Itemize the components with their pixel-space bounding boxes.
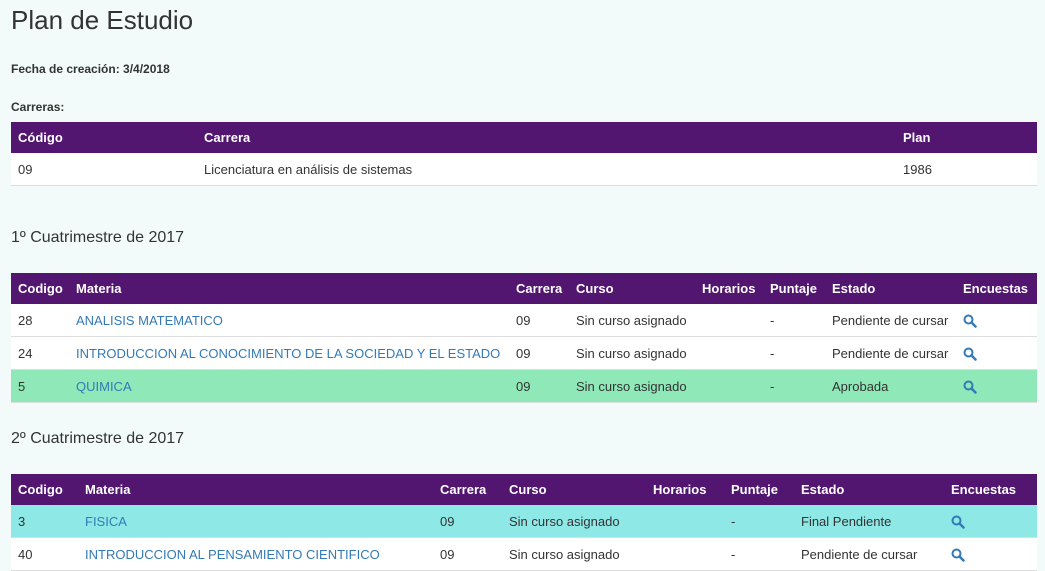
cell-encuestas — [956, 369, 1037, 403]
table-row: 5 QUIMICA 09 Sin curso asignado - Aproba… — [11, 369, 1037, 403]
cell-materia: ANALISIS MATEMATICO — [69, 304, 509, 337]
table-row: 28 ANALISIS MATEMATICO 09 Sin curso asig… — [11, 304, 1037, 337]
cell-curso: Sin curso asignado — [569, 369, 695, 403]
cell-curso: Sin curso asignado — [569, 336, 695, 370]
search-icon[interactable] — [963, 380, 977, 394]
cell-puntaje: - — [763, 336, 825, 370]
materia-link[interactable]: INTRODUCCION AL PENSAMIENTO CIENTIFICO — [85, 547, 380, 562]
table-row: 09 Licenciatura en análisis de sistemas … — [11, 153, 1037, 186]
column-header-materia: Materia — [85, 482, 131, 497]
cell-horarios — [646, 505, 724, 538]
cell-carrera: 09 — [509, 304, 569, 337]
materia-link[interactable]: FISICA — [85, 514, 127, 529]
cell-encuestas — [956, 336, 1037, 370]
materia-link[interactable]: QUIMICA — [76, 379, 132, 394]
creation-date: Fecha de creación: 3/4/2018 — [11, 62, 170, 76]
cell-codigo: 28 — [11, 304, 69, 337]
cell-carrera: 09 — [433, 537, 502, 571]
cell-encuestas — [944, 537, 1037, 571]
cell-codigo: 3 — [11, 505, 78, 538]
cell-estado: Pendiente de cursar — [794, 537, 944, 571]
cell-estado: Final Pendiente — [794, 505, 944, 538]
cell-plan: 1986 — [896, 153, 1037, 186]
column-header-encuestas: Encuestas — [963, 281, 1029, 296]
cell-carrera: Licenciatura en análisis de sistemas — [197, 153, 896, 186]
cell-codigo: 09 — [11, 153, 197, 186]
cell-estado: Aprobada — [825, 369, 956, 403]
column-header-carrera: Carrera — [204, 130, 251, 145]
table-row: 24 INTRODUCCION AL CONOCIMIENTO DE LA SO… — [11, 336, 1037, 370]
carreras-label: Carreras: — [11, 100, 65, 114]
cell-horarios — [695, 304, 763, 337]
cell-materia: QUIMICA — [69, 369, 509, 403]
column-header-encuestas: Encuestas — [951, 482, 1017, 497]
cell-curso: Sin curso asignado — [569, 304, 695, 337]
semester-2-header-row: Codigo Materia Carrera Curso Horarios Pu… — [11, 474, 1037, 505]
cell-estado: Pendiente de cursar — [825, 336, 956, 370]
column-header-plan: Plan — [903, 130, 931, 145]
cell-codigo: 24 — [11, 336, 69, 370]
column-header-estado: Estado — [801, 482, 845, 497]
column-header-curso: Curso — [509, 482, 547, 497]
cell-materia: FISICA — [78, 505, 433, 538]
cell-encuestas — [956, 304, 1037, 337]
column-header-codigo: Código — [18, 130, 63, 145]
carreras-header-row: Código Carrera Plan — [11, 122, 1037, 153]
cell-encuestas — [944, 505, 1037, 538]
semester-1-table: Codigo Materia Carrera Curso Horarios Pu… — [11, 273, 1037, 403]
cell-carrera: 09 — [509, 369, 569, 403]
page-title: Plan de Estudio — [11, 5, 194, 35]
cell-puntaje: - — [763, 304, 825, 337]
column-header-codigo: Codigo — [18, 482, 63, 497]
cell-codigo: 5 — [11, 369, 69, 403]
cell-carrera: 09 — [433, 505, 502, 538]
search-icon[interactable] — [963, 314, 977, 328]
search-icon[interactable] — [951, 548, 965, 562]
semester-1-title: 1º Cuatrimestre de 2017 — [11, 229, 185, 246]
cell-estado: Pendiente de cursar — [825, 304, 956, 337]
materia-link[interactable]: ANALISIS MATEMATICO — [76, 313, 223, 328]
cell-materia: INTRODUCCION AL CONOCIMIENTO DE LA SOCIE… — [69, 336, 509, 370]
column-header-curso: Curso — [576, 281, 614, 296]
cell-horarios — [695, 369, 763, 403]
column-header-carrera: Carrera — [516, 281, 563, 296]
cell-codigo: 40 — [11, 537, 78, 571]
semester-2-title: 2º Cuatrimestre de 2017 — [11, 430, 185, 447]
table-row: 40 INTRODUCCION AL PENSAMIENTO CIENTIFIC… — [11, 537, 1037, 571]
column-header-puntaje: Puntaje — [770, 281, 817, 296]
column-header-horarios: Horarios — [653, 482, 707, 497]
column-header-materia: Materia — [76, 281, 122, 296]
cell-puntaje: - — [763, 369, 825, 403]
materia-link[interactable]: INTRODUCCION AL CONOCIMIENTO DE LA SOCIE… — [76, 346, 500, 361]
column-header-horarios: Horarios — [702, 281, 756, 296]
cell-materia: INTRODUCCION AL PENSAMIENTO CIENTIFICO — [78, 537, 433, 571]
cell-puntaje: - — [724, 505, 794, 538]
column-header-puntaje: Puntaje — [731, 482, 778, 497]
semester-1-header-row: Codigo Materia Carrera Curso Horarios Pu… — [11, 273, 1037, 304]
cell-puntaje: - — [724, 537, 794, 571]
column-header-estado: Estado — [832, 281, 876, 296]
column-header-codigo: Codigo — [18, 281, 63, 296]
carreras-table: Código Carrera Plan 09 Licenciatura en a… — [11, 122, 1037, 186]
cell-horarios — [695, 336, 763, 370]
cell-carrera: 09 — [509, 336, 569, 370]
search-icon[interactable] — [951, 515, 965, 529]
table-row: 3 FISICA 09 Sin curso asignado - Final P… — [11, 505, 1037, 538]
column-header-carrera: Carrera — [440, 482, 487, 497]
search-icon[interactable] — [963, 347, 977, 361]
cell-curso: Sin curso asignado — [502, 505, 646, 538]
cell-curso: Sin curso asignado — [502, 537, 646, 571]
cell-horarios — [646, 537, 724, 571]
semester-2-table: Codigo Materia Carrera Curso Horarios Pu… — [11, 474, 1037, 571]
